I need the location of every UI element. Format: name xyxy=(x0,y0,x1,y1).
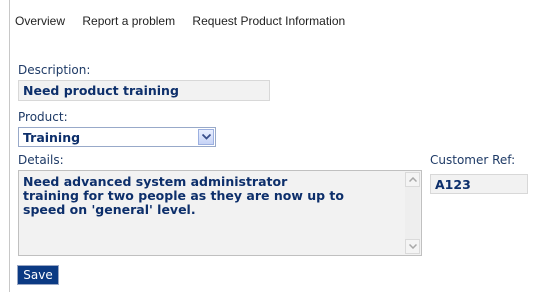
top-nav: Overview Report a problem Request Produc… xyxy=(15,14,359,28)
details-text: Need advanced system administrator train… xyxy=(23,174,344,217)
customer-ref-field[interactable]: A123 xyxy=(430,174,528,194)
nav-overview[interactable]: Overview xyxy=(15,14,65,28)
scroll-down-icon[interactable] xyxy=(405,239,420,254)
product-select[interactable]: Training xyxy=(18,127,216,147)
description-label: Description: xyxy=(18,63,91,77)
product-label: Product: xyxy=(18,110,68,124)
nav-report-problem[interactable]: Report a problem xyxy=(82,14,175,28)
save-button[interactable]: Save xyxy=(17,265,59,285)
customer-ref-label: Customer Ref: xyxy=(430,153,516,167)
product-select-value: Training xyxy=(23,130,81,145)
details-scrollbar[interactable] xyxy=(405,172,420,254)
chevron-down-icon[interactable] xyxy=(198,129,214,145)
details-textarea[interactable]: Need advanced system administrator train… xyxy=(18,170,422,256)
details-label: Details: xyxy=(18,153,64,167)
description-field[interactable]: Need product training xyxy=(18,80,270,101)
nav-request-product-info[interactable]: Request Product Information xyxy=(192,14,345,28)
scroll-up-icon[interactable] xyxy=(405,172,420,187)
